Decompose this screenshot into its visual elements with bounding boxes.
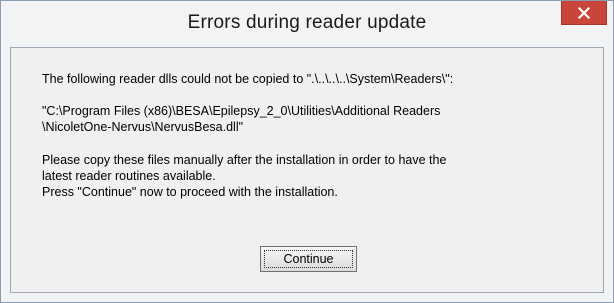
instruction-line-1: Please copy these files manually after t…	[42, 153, 447, 167]
close-button[interactable]	[561, 1, 607, 25]
instruction-line-2: latest reader routines available.	[42, 169, 216, 183]
dialog-title: Errors during reader update	[187, 12, 427, 33]
close-icon	[578, 6, 590, 19]
continue-button-label: Continue	[283, 252, 334, 266]
error-message: The following reader dlls could not be c…	[42, 72, 454, 86]
dialog-window: Errors during reader update The followin…	[0, 0, 614, 303]
file-path-line-2: \NicoletOne-Nervus\NervusBesa.dll"	[42, 120, 244, 134]
dialog-body: The following reader dlls could not be c…	[10, 47, 604, 293]
continue-button[interactable]: Continue	[260, 246, 357, 272]
title-bar[interactable]: Errors during reader update	[1, 1, 613, 47]
instruction-line-3: Press "Continue" now to proceed with the…	[42, 185, 338, 199]
file-path-line-1: "C:\Program Files (x86)\BESA\Epilepsy_2_…	[42, 104, 441, 118]
